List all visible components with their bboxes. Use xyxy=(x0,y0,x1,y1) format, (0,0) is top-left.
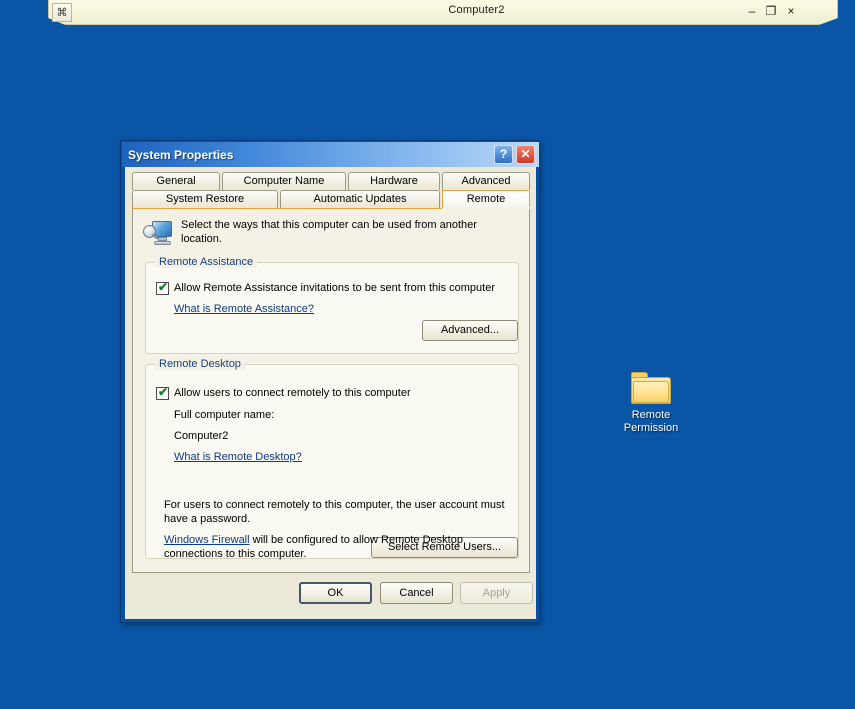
tab-row-1: General Computer Name Hardware Advanced xyxy=(132,172,530,190)
desktop-icon-remote-permission[interactable]: Remote Permission xyxy=(612,372,690,435)
panel-header-text: Select the ways that this computer can b… xyxy=(181,219,477,245)
tab-system-restore[interactable]: System Restore xyxy=(132,190,278,208)
apply-button: Apply xyxy=(460,582,533,604)
remote-tab-panel: Select the ways that this computer can b… xyxy=(132,208,530,573)
tab-advanced[interactable]: Advanced xyxy=(442,172,530,190)
system-menu-icon[interactable]: ⌘ xyxy=(52,3,72,22)
group-remote-assistance: Remote Assistance ✔ Allow Remote Assista… xyxy=(145,256,519,354)
maximize-restore-button[interactable]: ❐ xyxy=(764,4,778,18)
firewall-note: Windows Firewall will be configured to a… xyxy=(164,533,509,561)
advanced-button[interactable]: Advanced... xyxy=(422,320,518,341)
panel-header: Select the ways that this computer can b… xyxy=(143,218,518,249)
group-remote-desktop-legend: Remote Desktop xyxy=(155,358,245,370)
group-remote-assistance-legend: Remote Assistance xyxy=(155,256,258,268)
link-what-is-remote-desktop[interactable]: What is Remote Desktop? xyxy=(174,451,302,463)
desktop-icon-label-line1: Remote xyxy=(631,409,671,421)
cancel-button[interactable]: Cancel xyxy=(380,582,453,604)
active-tab-accent-bottom xyxy=(442,207,530,209)
folder-icon xyxy=(631,372,671,404)
group-remote-desktop: Remote Desktop ✔ Allow users to connect … xyxy=(145,358,519,561)
system-menu-glyph: ⌘ xyxy=(56,7,68,19)
close-button[interactable]: × xyxy=(784,4,798,18)
checkbox-allow-remote-connections[interactable]: ✔ Allow users to connect remotely to thi… xyxy=(156,385,411,400)
checkbox-allow-remote-connections-box[interactable]: ✔ xyxy=(156,385,169,400)
tab-remote[interactable]: Remote xyxy=(442,190,530,208)
checkbox-allow-remote-assistance-box[interactable]: ✔ xyxy=(156,280,169,295)
checkmark-icon: ✔ xyxy=(158,385,169,399)
checkbox-allow-remote-assistance[interactable]: ✔ Allow Remote Assistance invitations to… xyxy=(156,280,495,295)
tab-hardware[interactable]: Hardware xyxy=(348,172,440,190)
checkmark-icon: ✔ xyxy=(158,280,169,294)
folder-icon-flap xyxy=(633,381,669,403)
tabstrip: General Computer Name Hardware Advanced … xyxy=(132,172,530,208)
desktop-icon-label-line2: Permission xyxy=(623,422,679,434)
link-what-is-remote-assistance[interactable]: What is Remote Assistance? xyxy=(174,303,314,315)
dialog-title: System Properties xyxy=(128,147,234,162)
dialog-footer: OK Cancel Apply xyxy=(125,582,536,612)
host-window-titlebar[interactable]: Computer2 xyxy=(48,0,838,25)
ok-button[interactable]: OK xyxy=(299,582,372,604)
host-window-title: Computer2 xyxy=(448,4,505,16)
dialog-titlebar-buttons: ? ✕ xyxy=(494,145,535,164)
monitor-icon-base xyxy=(154,241,171,245)
full-computer-name-label: Full computer name: xyxy=(174,409,275,421)
dialog-titlebar[interactable]: System Properties ? ✕ xyxy=(122,142,539,167)
checkbox-allow-remote-connections-label: Allow users to connect remotely to this … xyxy=(174,387,411,399)
link-windows-firewall[interactable]: Windows Firewall xyxy=(164,534,250,546)
tab-row-2: System Restore Automatic Updates Remote xyxy=(132,190,530,208)
tab-automatic-updates[interactable]: Automatic Updates xyxy=(280,190,440,208)
remote-computer-icon xyxy=(143,219,173,249)
tab-general[interactable]: General xyxy=(132,172,220,190)
checkbox-allow-remote-assistance-label: Allow Remote Assistance invitations to b… xyxy=(174,282,495,294)
system-properties-dialog: System Properties ? ✕ General Computer N… xyxy=(120,140,539,623)
host-window: Computer2 ⌘ – ❐ × xyxy=(0,0,855,28)
dialog-body: General Computer Name Hardware Advanced … xyxy=(122,167,539,622)
dialog-close-button[interactable]: ✕ xyxy=(516,145,535,164)
active-tab-accent-left xyxy=(442,190,443,208)
full-computer-name-value: Computer2 xyxy=(174,430,229,442)
desktop-icon-label: Remote Permission xyxy=(612,409,690,435)
minimize-button[interactable]: – xyxy=(745,4,759,18)
help-button[interactable]: ? xyxy=(494,145,513,164)
password-requirement-note: For users to connect remotely to this co… xyxy=(164,499,505,525)
tab-computer-name[interactable]: Computer Name xyxy=(222,172,346,190)
